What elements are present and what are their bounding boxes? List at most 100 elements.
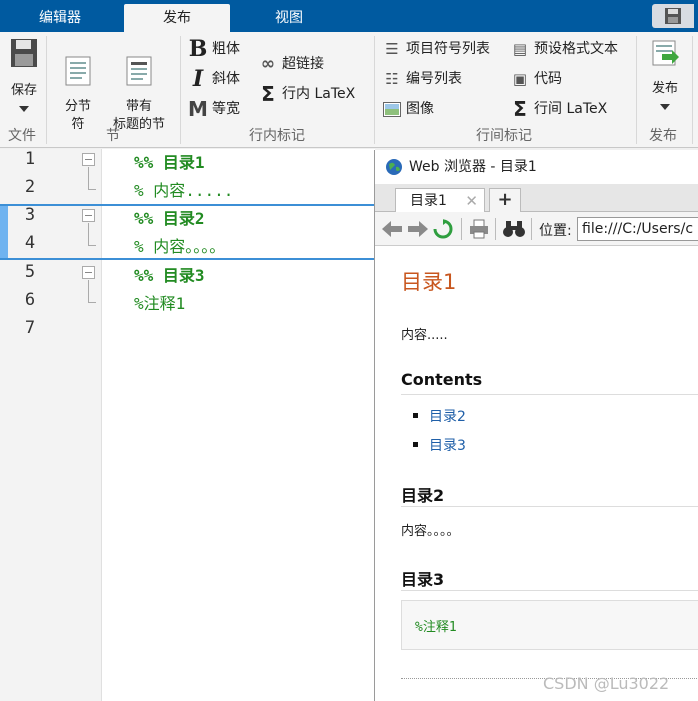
italic-button[interactable]: I 斜体 bbox=[188, 68, 240, 90]
tab-editor[interactable]: 编辑器 bbox=[16, 4, 104, 32]
numbered-list-label: 编号列表 bbox=[406, 71, 462, 87]
italic-label: 斜体 bbox=[212, 71, 240, 87]
tab-publish[interactable]: 发布 bbox=[124, 4, 230, 32]
browser-tab-label: 目录1 bbox=[410, 193, 447, 209]
group-file-label: 文件 bbox=[8, 128, 36, 144]
group-inline-markup-label: 行内标记 bbox=[249, 128, 305, 144]
bold-button[interactable]: B 粗体 bbox=[188, 38, 240, 60]
code-button[interactable]: ▣ 代码 bbox=[510, 68, 562, 90]
save-button[interactable]: 保存 bbox=[4, 38, 44, 112]
publish-icon bbox=[652, 40, 679, 66]
code-label: 代码 bbox=[534, 71, 562, 87]
separator bbox=[374, 36, 375, 144]
italic-icon: I bbox=[192, 66, 204, 92]
code-line[interactable]: %% 目录3 bbox=[134, 262, 205, 286]
line-number: 4 bbox=[24, 233, 36, 253]
contents-heading: Contents bbox=[401, 370, 483, 389]
image-button[interactable]: 图像 bbox=[382, 98, 434, 120]
close-icon[interactable]: ✕ bbox=[465, 189, 478, 213]
fold-line bbox=[88, 167, 89, 189]
contents-link[interactable]: 目录2 bbox=[413, 406, 466, 426]
publish-label: 发布 bbox=[651, 81, 678, 96]
separator bbox=[495, 218, 496, 240]
browser-title: Web 浏览器 - 目录1 bbox=[409, 159, 537, 175]
watermark: CSDN @Lu3022 bbox=[543, 674, 670, 693]
globe-icon bbox=[386, 159, 402, 175]
refresh-icon[interactable] bbox=[433, 219, 453, 239]
contents-link[interactable]: 目录3 bbox=[413, 435, 466, 455]
code-line[interactable]: % 内容..... bbox=[134, 177, 233, 201]
image-label: 图像 bbox=[406, 101, 434, 117]
fold-line bbox=[88, 280, 89, 302]
divider bbox=[401, 590, 698, 591]
code-line[interactable]: %注释1 bbox=[134, 290, 185, 314]
back-arrow-icon[interactable] bbox=[381, 220, 403, 238]
hyperlink-label: 超链接 bbox=[282, 56, 324, 72]
browser-toolbar: 位置: file:///C:/Users/c bbox=[375, 212, 698, 246]
fold-toggle[interactable] bbox=[82, 153, 95, 166]
line-number: 3 bbox=[24, 205, 36, 225]
forward-arrow-icon[interactable] bbox=[407, 220, 429, 238]
numbered-list-icon: ☷ bbox=[385, 70, 399, 88]
code-line[interactable]: % 内容。。。。 bbox=[134, 233, 225, 257]
separator bbox=[636, 36, 637, 144]
line-number: 2 bbox=[24, 177, 36, 197]
ribbon: 保存 文件 分节 符 带有 标题的节 节 B 粗体 I 斜体 M 等宽 ∞ 超链接 Σ行… bbox=[0, 32, 698, 148]
monospace-icon: M bbox=[188, 97, 208, 121]
publish-button[interactable]: 发布 bbox=[644, 38, 686, 110]
preformatted-text-label: 预设格式文本 bbox=[534, 41, 618, 57]
code-icon: ▣ bbox=[512, 70, 528, 88]
display-latex-button[interactable]: Σ 行间 LaTeX bbox=[510, 98, 607, 120]
section-heading: 目录2 bbox=[401, 486, 445, 505]
fold-line bbox=[88, 223, 89, 245]
separator bbox=[461, 218, 462, 240]
line-number: 6 bbox=[24, 290, 36, 310]
new-tab-button[interactable]: + bbox=[489, 188, 521, 212]
page-paragraph: 内容..... bbox=[401, 328, 448, 343]
monospace-label: 等宽 bbox=[212, 101, 240, 117]
bold-icon: B bbox=[188, 36, 208, 62]
inline-latex-button[interactable]: Σ 行内 LaTeX bbox=[258, 83, 355, 105]
hyperlink-button[interactable]: ∞ 超链接 bbox=[258, 53, 324, 75]
group-section-label: 节 bbox=[106, 128, 120, 144]
bulleted-list-button[interactable]: ☰ 项目符号列表 bbox=[382, 38, 490, 60]
browser-tabbar: 目录1 ✕ + bbox=[375, 184, 698, 212]
line-number: 7 bbox=[24, 318, 36, 338]
divider bbox=[401, 394, 698, 395]
code-line[interactable]: %% 目录1 bbox=[134, 149, 205, 173]
binoculars-icon[interactable] bbox=[503, 220, 525, 238]
preformatted-text-icon: ▤ bbox=[512, 40, 528, 58]
code-block-text: %注释1 bbox=[415, 620, 457, 635]
sigma-icon: Σ bbox=[261, 82, 275, 106]
bulleted-list-label: 项目符号列表 bbox=[406, 41, 490, 57]
separator bbox=[46, 36, 47, 144]
separator bbox=[180, 36, 181, 144]
address-input[interactable]: file:///C:/Users/c bbox=[577, 217, 698, 241]
save-icon[interactable] bbox=[664, 7, 682, 25]
link-icon: ∞ bbox=[260, 54, 276, 74]
fold-toggle[interactable] bbox=[82, 209, 95, 222]
code-line[interactable]: %% 目录2 bbox=[134, 205, 205, 229]
save-label: 保存 bbox=[10, 83, 37, 98]
separator bbox=[531, 218, 532, 240]
monospace-button[interactable]: M 等宽 bbox=[188, 98, 240, 120]
sigma-icon: Σ bbox=[513, 97, 527, 121]
group-line-markup-label: 行间标记 bbox=[476, 128, 532, 144]
browser-tab[interactable]: 目录1 ✕ bbox=[395, 188, 485, 212]
fold-toggle[interactable] bbox=[82, 266, 95, 279]
separator bbox=[692, 36, 693, 144]
section-heading: 目录3 bbox=[401, 570, 445, 589]
print-icon[interactable] bbox=[469, 219, 489, 239]
chevron-down-icon bbox=[19, 106, 29, 112]
preformatted-text-button[interactable]: ▤ 预设格式文本 bbox=[510, 38, 618, 60]
group-publish-label: 发布 bbox=[649, 128, 677, 144]
tab-view[interactable]: 视图 bbox=[244, 4, 334, 32]
chevron-down-icon bbox=[660, 104, 670, 110]
editor-pane[interactable]: 1 2 3 4 5 6 7 %% 目录1 % 内容..... %% 目录2 % … bbox=[0, 149, 375, 701]
web-browser-window: Web 浏览器 - 目录1 目录1 ✕ + 位置: file:///C:/Use… bbox=[374, 150, 698, 701]
fold-line bbox=[88, 245, 96, 246]
save-icon bbox=[11, 39, 37, 67]
line-number: 5 bbox=[24, 262, 36, 282]
numbered-list-button[interactable]: ☷ 编号列表 bbox=[382, 68, 462, 90]
quick-access-bar bbox=[652, 4, 694, 28]
